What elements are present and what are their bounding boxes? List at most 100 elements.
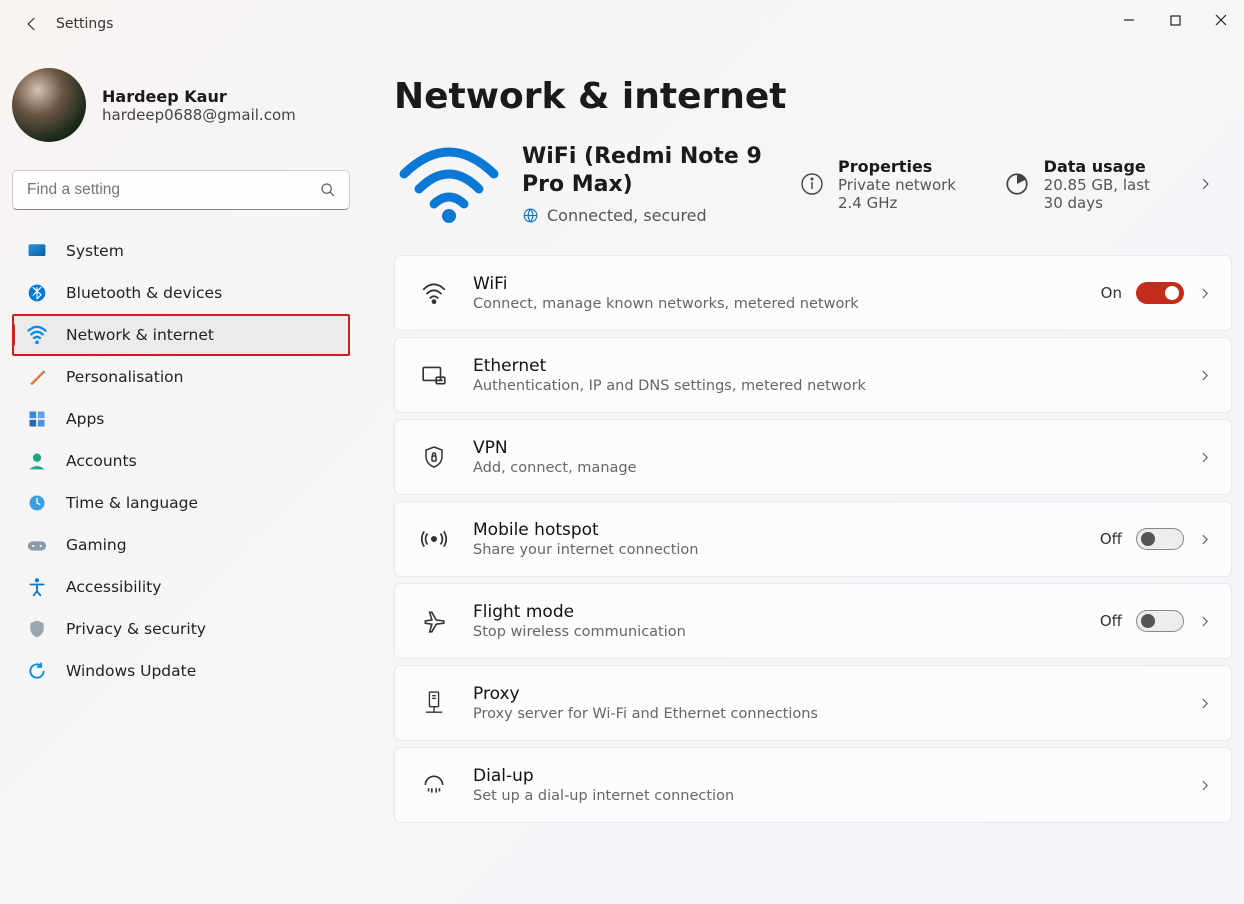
data-usage-detail: 20.85 GB, last 30 days [1044, 176, 1170, 212]
nav-label: Apps [66, 410, 104, 428]
nav-item-windows-update[interactable]: Windows Update [12, 650, 350, 692]
time-icon [26, 492, 48, 514]
nav-item-network[interactable]: Network & internet [12, 314, 350, 356]
page-title: Network & internet [394, 76, 1232, 117]
close-button[interactable] [1198, 0, 1244, 40]
airplane-icon [419, 606, 449, 636]
nav-item-time-language[interactable]: Time & language [12, 482, 350, 524]
nav-label: Privacy & security [66, 620, 206, 638]
data-usage-link[interactable]: Data usage 20.85 GB, last 30 days [1004, 157, 1170, 212]
nav-label: Windows Update [66, 662, 196, 680]
nav-label: Accounts [66, 452, 137, 470]
card-title: Mobile hotspot [473, 520, 1076, 540]
card-sub: Proxy server for Wi-Fi and Ethernet conn… [473, 706, 1174, 722]
properties-link[interactable]: Properties Private network 2.4 GHz [800, 157, 976, 212]
window-title: Settings [56, 16, 113, 32]
card-sub: Stop wireless communication [473, 624, 1076, 640]
proxy-icon [419, 688, 449, 718]
network-name-block: WiFi (Redmi Note 9 Pro Max) Connected, s… [522, 143, 782, 225]
chevron-right-icon [1198, 451, 1211, 464]
window-controls [1106, 0, 1244, 40]
hotspot-toggle[interactable] [1136, 528, 1184, 550]
hotspot-toggle-label: Off [1100, 530, 1122, 548]
nav-label: Time & language [66, 494, 198, 512]
accounts-icon [26, 450, 48, 472]
nav-label: Bluetooth & devices [66, 284, 222, 302]
nav-item-apps[interactable]: Apps [12, 398, 350, 440]
card-proxy[interactable]: Proxy Proxy server for Wi-Fi and Etherne… [394, 665, 1232, 741]
card-title: Ethernet [473, 356, 1174, 376]
nav-list: System Bluetooth & devices Network & int… [12, 230, 362, 692]
info-icon [800, 170, 824, 198]
card-dialup[interactable]: Dial-up Set up a dial-up internet connec… [394, 747, 1232, 823]
card-title: VPN [473, 438, 1174, 458]
network-status-row: WiFi (Redmi Note 9 Pro Max) Connected, s… [394, 143, 1232, 225]
network-name: WiFi (Redmi Note 9 Pro Max) [522, 143, 782, 198]
hotspot-icon [419, 524, 449, 554]
search-input[interactable] [12, 170, 350, 210]
bluetooth-icon [26, 282, 48, 304]
wifi-toggle[interactable] [1136, 282, 1184, 304]
system-icon [26, 240, 48, 262]
update-icon [26, 660, 48, 682]
nav-item-gaming[interactable]: Gaming [12, 524, 350, 566]
settings-cards: WiFi Connect, manage known networks, met… [394, 255, 1232, 823]
nav-item-accounts[interactable]: Accounts [12, 440, 350, 482]
card-sub: Set up a dial-up internet connection [473, 788, 1174, 804]
user-name: Hardeep Kaur [102, 87, 296, 106]
card-hotspot[interactable]: Mobile hotspot Share your internet conne… [394, 501, 1232, 577]
nav-item-privacy[interactable]: Privacy & security [12, 608, 350, 650]
flight-toggle-label: Off [1100, 612, 1122, 630]
globe-icon [522, 207, 539, 224]
chevron-right-icon [1198, 697, 1211, 710]
card-flight-mode[interactable]: Flight mode Stop wireless communication … [394, 583, 1232, 659]
ethernet-icon [419, 360, 449, 390]
accessibility-icon [26, 576, 48, 598]
privacy-icon [26, 618, 48, 640]
nav-label: Gaming [66, 536, 127, 554]
nav-item-bluetooth[interactable]: Bluetooth & devices [12, 272, 350, 314]
chevron-right-icon [1198, 369, 1211, 382]
wifi-large-icon [394, 144, 504, 224]
dialup-icon [419, 770, 449, 800]
wifi-toggle-label: On [1101, 284, 1122, 302]
minimize-button[interactable] [1106, 0, 1152, 40]
card-vpn[interactable]: VPN Add, connect, manage [394, 419, 1232, 495]
properties-title: Properties [838, 157, 976, 176]
main-content: Network & internet WiFi (Redmi Note 9 Pr… [362, 48, 1244, 904]
nav-label: Personalisation [66, 368, 183, 386]
flight-toggle[interactable] [1136, 610, 1184, 632]
card-sub: Authentication, IP and DNS settings, met… [473, 378, 1174, 394]
gaming-icon [26, 534, 48, 556]
chevron-right-icon [1198, 533, 1211, 546]
data-usage-title: Data usage [1044, 157, 1170, 176]
search-box [12, 170, 350, 210]
avatar [12, 68, 86, 142]
card-title: Proxy [473, 684, 1174, 704]
wifi-icon [419, 278, 449, 308]
chevron-right-icon [1198, 287, 1211, 300]
card-sub: Connect, manage known networks, metered … [473, 296, 1077, 312]
nav-item-system[interactable]: System [12, 230, 350, 272]
data-usage-icon [1004, 170, 1030, 198]
search-icon [320, 182, 336, 198]
sidebar: Hardeep Kaur hardeep0688@gmail.com Syste… [0, 48, 362, 904]
card-ethernet[interactable]: Ethernet Authentication, IP and DNS sett… [394, 337, 1232, 413]
user-email: hardeep0688@gmail.com [102, 106, 296, 124]
card-wifi[interactable]: WiFi Connect, manage known networks, met… [394, 255, 1232, 331]
card-title: Flight mode [473, 602, 1076, 622]
card-sub: Add, connect, manage [473, 460, 1174, 476]
card-sub: Share your internet connection [473, 542, 1076, 558]
nav-item-personalisation[interactable]: Personalisation [12, 356, 350, 398]
network-quick-links[interactable]: Properties Private network 2.4 GHz Data … [800, 157, 1232, 212]
user-profile[interactable]: Hardeep Kaur hardeep0688@gmail.com [12, 60, 362, 162]
back-button[interactable] [12, 15, 52, 33]
apps-icon [26, 408, 48, 430]
chevron-right-icon [1198, 177, 1212, 191]
maximize-button[interactable] [1152, 0, 1198, 40]
nav-item-accessibility[interactable]: Accessibility [12, 566, 350, 608]
network-status: Connected, secured [547, 206, 707, 225]
vpn-icon [419, 442, 449, 472]
network-icon [26, 324, 48, 346]
titlebar: Settings [0, 0, 1244, 48]
